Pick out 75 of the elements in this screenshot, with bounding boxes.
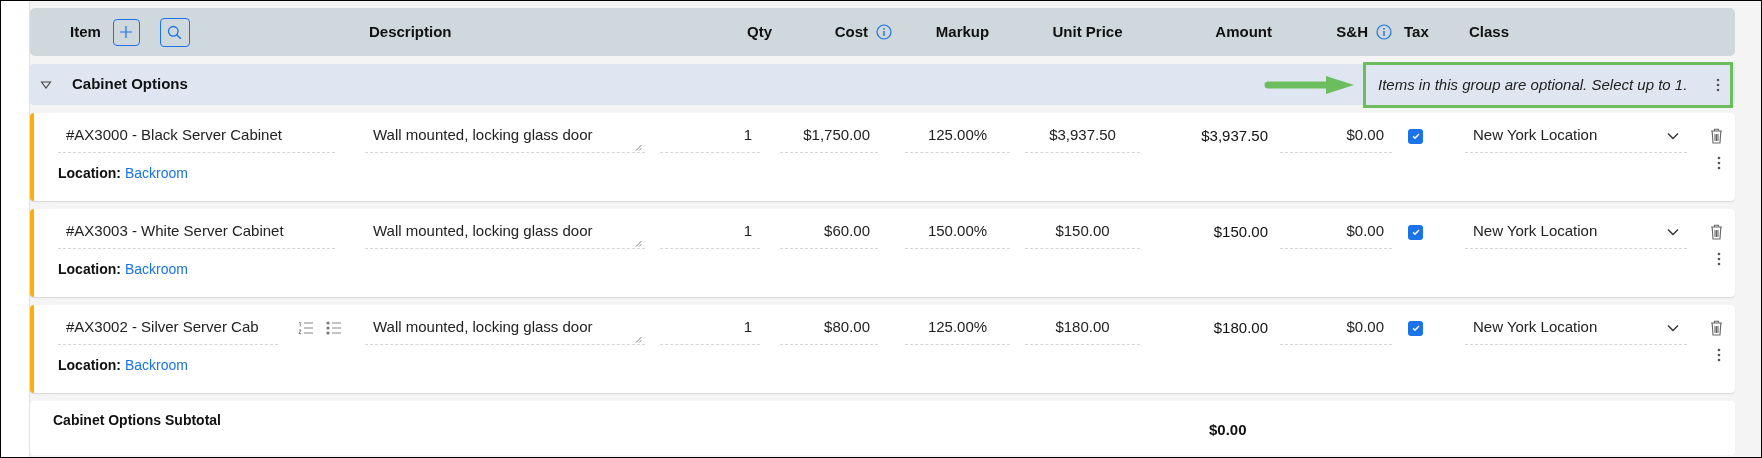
- tax-checkbox[interactable]: [1408, 128, 1423, 144]
- resize-handle-icon: [635, 240, 642, 247]
- info-icon[interactable]: [1376, 24, 1392, 40]
- add-button[interactable]: [112, 18, 140, 46]
- check-icon: [1410, 131, 1421, 141]
- column-header: Tax: [1404, 21, 1429, 42]
- description-field[interactable]: Wall mounted, locking glass door: [365, 215, 645, 249]
- item-field[interactable]: #AX3000 - Black Server Cabinet: [58, 119, 335, 153]
- numbered-list-icon[interactable]: [298, 321, 314, 335]
- chevron-down-icon: [1667, 131, 1679, 140]
- collapse-toggle-icon[interactable]: [40, 79, 52, 90]
- subtotal-label: Cabinet Options Subtotal: [53, 411, 222, 430]
- class-dropdown[interactable]: New York Location: [1465, 311, 1687, 345]
- column-header: Item: [70, 21, 101, 42]
- group-note: Items in this group are optional. Select up to 1.: [1378, 74, 1688, 95]
- more-options-icon[interactable]: [1716, 78, 1720, 92]
- tax-checkbox[interactable]: [1408, 320, 1423, 336]
- group-title: Cabinet Options: [72, 74, 188, 95]
- item-field[interactable]: #AX3002 - Silver Server Cab: [58, 311, 278, 345]
- location-label: Location:: [58, 356, 121, 375]
- item-field[interactable]: #AX3003 - White Server Cabinet: [58, 215, 335, 249]
- cost-field[interactable]: $80.00: [780, 311, 878, 345]
- shipping-field[interactable]: $0.00: [1280, 215, 1392, 249]
- quantity-field[interactable]: 1: [660, 311, 760, 345]
- location-link[interactable]: Backroom: [125, 163, 189, 184]
- location-label: Location:: [58, 260, 121, 279]
- column-header: Unit Price: [1052, 21, 1123, 42]
- location-link[interactable]: Backroom: [125, 259, 189, 280]
- check-icon: [1410, 227, 1421, 237]
- amount-text: $150.00: [1213, 221, 1268, 242]
- location-link[interactable]: Backroom: [125, 355, 189, 376]
- more-options-icon[interactable]: [1717, 251, 1721, 266]
- markup-field[interactable]: 125.00%: [905, 311, 1010, 345]
- location-label: Location:: [58, 164, 121, 183]
- bulleted-list-icon[interactable]: [326, 321, 342, 335]
- description-field[interactable]: Wall mounted, locking glass door: [365, 311, 645, 345]
- column-header: Cost: [834, 20, 892, 44]
- more-options-icon[interactable]: [1717, 155, 1721, 170]
- cost-field[interactable]: $60.00: [780, 215, 878, 249]
- class-dropdown[interactable]: New York Location: [1465, 215, 1687, 249]
- quantity-field[interactable]: 1: [660, 119, 760, 153]
- plus-icon: [119, 25, 134, 39]
- column-header: Amount: [1215, 21, 1272, 42]
- column-header: Class: [1469, 21, 1510, 42]
- shipping-field[interactable]: $0.00: [1280, 311, 1392, 345]
- resize-handle-icon: [635, 144, 642, 151]
- check-icon: [1410, 323, 1421, 333]
- class-dropdown[interactable]: New York Location: [1465, 119, 1687, 153]
- amount-text: $180.00: [1213, 317, 1268, 338]
- column-header: Qty: [747, 21, 772, 42]
- chevron-down-icon: [1667, 323, 1679, 332]
- cost-field[interactable]: $1,750.00: [780, 119, 878, 153]
- delete-icon[interactable]: [1709, 320, 1723, 336]
- column-header: Markup: [935, 21, 990, 42]
- column-header: Description: [369, 21, 452, 42]
- resize-handle-icon: [635, 336, 642, 343]
- unit-price-field[interactable]: $180.00: [1025, 311, 1140, 345]
- chevron-down-icon: [1667, 227, 1679, 236]
- tax-checkbox[interactable]: [1408, 224, 1423, 240]
- shipping-field[interactable]: $0.00: [1280, 119, 1392, 153]
- quantity-field[interactable]: 1: [660, 215, 760, 249]
- search-button[interactable]: [159, 17, 190, 47]
- delete-icon[interactable]: [1709, 128, 1723, 144]
- more-options-icon[interactable]: [1717, 347, 1721, 362]
- search-icon: [167, 24, 183, 40]
- markup-field[interactable]: 125.00%: [905, 119, 1010, 153]
- delete-icon[interactable]: [1709, 224, 1723, 240]
- unit-price-field[interactable]: $150.00: [1025, 215, 1140, 249]
- info-icon[interactable]: [876, 24, 892, 40]
- unit-price-field[interactable]: $3,937.50: [1025, 119, 1140, 153]
- column-header: S&H: [1336, 20, 1392, 44]
- description-field[interactable]: Wall mounted, locking glass door: [365, 119, 645, 153]
- markup-field[interactable]: 150.00%: [905, 215, 1010, 249]
- subtotal-amount: $0.00: [1209, 419, 1247, 440]
- amount-text: $3,937.50: [1201, 125, 1268, 146]
